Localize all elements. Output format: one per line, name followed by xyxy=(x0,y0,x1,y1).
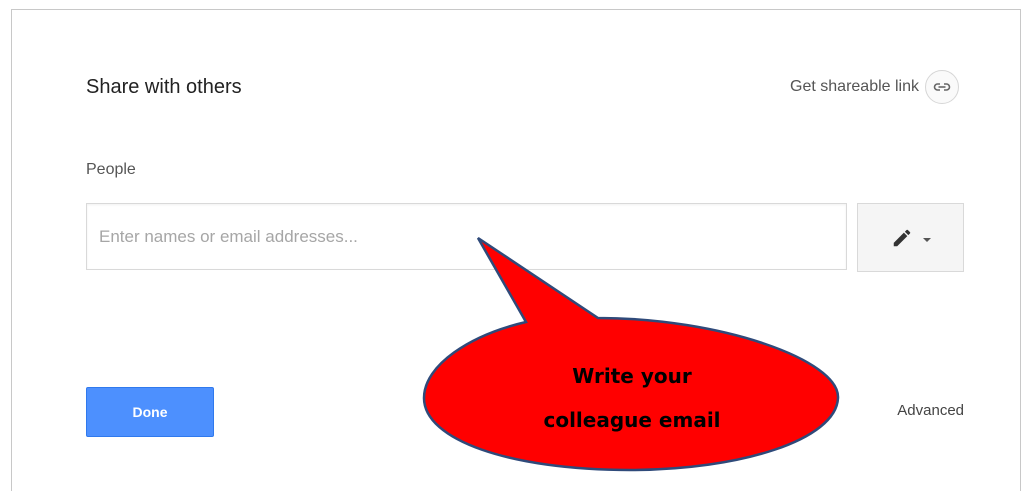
dialog-title: Share with others xyxy=(86,76,242,98)
advanced-link[interactable]: Advanced xyxy=(897,402,964,419)
done-button[interactable]: Done xyxy=(86,387,214,437)
callout-text: Write your colleague email xyxy=(432,354,832,442)
people-email-input[interactable] xyxy=(86,203,847,270)
shareable-link-label: Get shareable link xyxy=(790,78,919,95)
callout-line-2: colleague email xyxy=(543,408,721,432)
pencil-icon xyxy=(891,227,913,249)
permission-dropdown-button[interactable] xyxy=(857,203,964,272)
link-icon[interactable] xyxy=(925,70,959,104)
page: Share with others Get shareable link Peo… xyxy=(0,0,1032,499)
people-label: People xyxy=(86,161,136,178)
get-shareable-link-button[interactable]: Get shareable link xyxy=(790,69,959,105)
caret-down-icon xyxy=(922,237,931,242)
callout-line-1: Write your xyxy=(572,364,692,388)
